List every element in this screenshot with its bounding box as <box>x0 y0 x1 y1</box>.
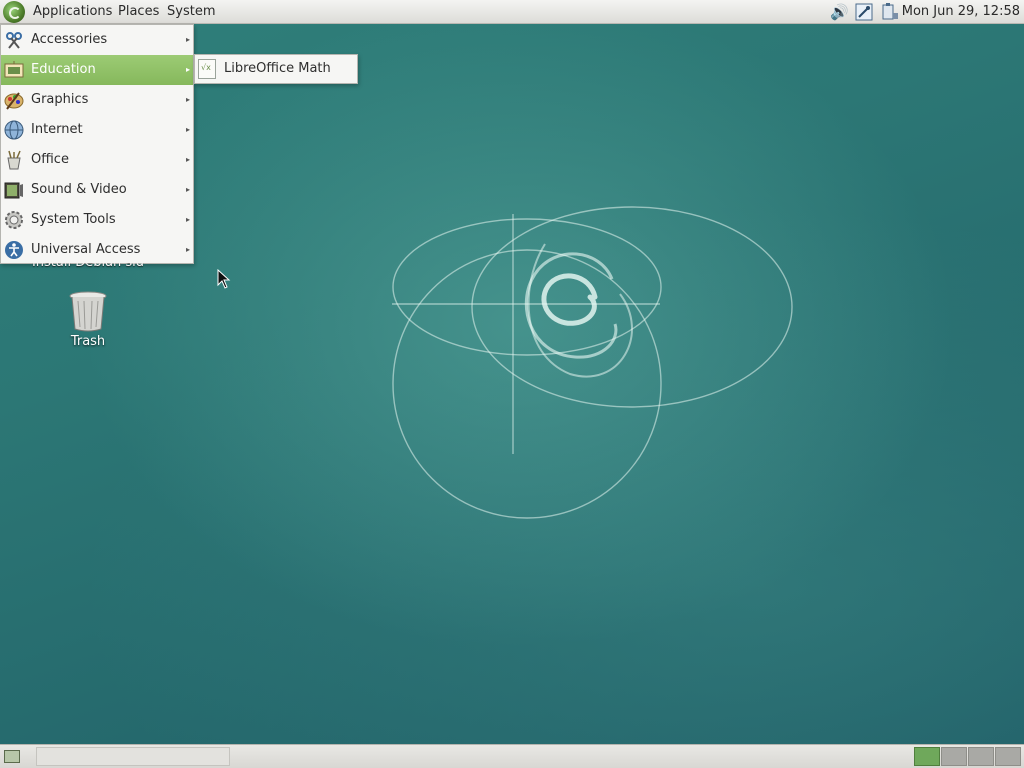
menu-item-graphics[interactable]: Graphics ▸ <box>1 85 193 115</box>
trash-icon[interactable] <box>66 289 110 333</box>
menu-item-label: System Tools <box>31 212 116 227</box>
workspace-3[interactable] <box>968 747 994 766</box>
places-menu[interactable]: Places <box>118 3 159 21</box>
menu-item-universal-access[interactable]: Universal Access ▸ <box>1 235 193 265</box>
window-list[interactable] <box>36 747 230 766</box>
network-icon[interactable] <box>855 3 873 21</box>
menu-item-label: Sound & Video <box>31 182 127 197</box>
internet-icon <box>4 120 24 140</box>
menu-item-accessories[interactable]: Accessories ▸ <box>1 25 193 55</box>
submenu-arrow-icon: ▸ <box>185 245 190 254</box>
accessories-icon <box>4 30 24 50</box>
office-icon <box>4 150 24 170</box>
menu-item-label: Internet <box>31 122 83 137</box>
sound-video-icon <box>4 180 24 200</box>
libreoffice-math-icon <box>198 59 216 79</box>
submenu-arrow-icon: ▸ <box>185 95 190 104</box>
submenu-arrow-icon: ▸ <box>185 215 190 224</box>
clock[interactable]: Mon Jun 29, 12:58 <box>902 3 1020 21</box>
submenu-item-libreoffice-math[interactable]: LibreOffice Math <box>195 55 357 83</box>
menu-item-label: Education <box>31 62 96 77</box>
menu-item-label: Universal Access <box>31 242 141 257</box>
top-panel: Applications Places System 🔊 Mon Jun 29,… <box>0 0 1024 24</box>
mouse-cursor-icon <box>217 269 231 289</box>
submenu-item-label: LibreOffice Math <box>224 61 331 76</box>
show-desktop-icon[interactable] <box>4 750 20 763</box>
power-icon[interactable] <box>880 3 898 21</box>
workspace-2[interactable] <box>941 747 967 766</box>
trash-label[interactable]: Trash <box>48 334 128 349</box>
workspace-4[interactable] <box>995 747 1021 766</box>
menu-item-education[interactable]: Education ▸ <box>1 55 193 85</box>
bottom-panel <box>0 744 1024 768</box>
applications-dropdown: Accessories ▸ Education ▸ Graphics ▸ Int… <box>0 24 194 264</box>
menu-item-label: Graphics <box>31 92 89 107</box>
applications-menu[interactable]: Applications <box>33 3 112 21</box>
menu-item-internet[interactable]: Internet ▸ <box>1 115 193 145</box>
graphics-icon <box>4 90 24 110</box>
submenu-arrow-icon: ▸ <box>185 125 190 134</box>
install-debian-label[interactable]: Install Debian sid <box>26 263 150 273</box>
menu-item-system-tools[interactable]: System Tools ▸ <box>1 205 193 235</box>
debian-logo-icon[interactable] <box>3 1 25 23</box>
workspace-1[interactable] <box>914 747 940 766</box>
menu-item-label: Accessories <box>31 32 108 47</box>
submenu-arrow-icon: ▸ <box>185 35 190 44</box>
volume-icon[interactable]: 🔊 <box>830 3 849 21</box>
system-menu[interactable]: System <box>167 3 215 21</box>
universal-access-icon <box>4 240 24 260</box>
education-submenu: LibreOffice Math <box>194 54 358 84</box>
submenu-arrow-icon: ▸ <box>185 65 190 74</box>
submenu-arrow-icon: ▸ <box>185 155 190 164</box>
education-icon <box>4 60 24 80</box>
menu-item-office[interactable]: Office ▸ <box>1 145 193 175</box>
menu-item-sound-video[interactable]: Sound & Video ▸ <box>1 175 193 205</box>
menu-item-label: Office <box>31 152 69 167</box>
system-tools-icon <box>4 210 24 230</box>
submenu-arrow-icon: ▸ <box>185 185 190 194</box>
